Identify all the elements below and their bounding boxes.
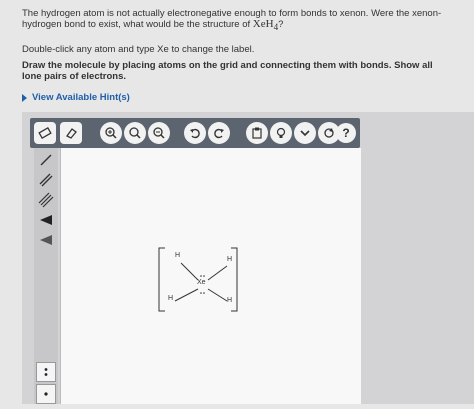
- clipboard-icon[interactable]: [246, 122, 268, 144]
- atom-h-bottomleft[interactable]: H: [168, 295, 173, 302]
- zoom-out-icon[interactable]: [148, 122, 170, 144]
- redo-icon[interactable]: [208, 122, 230, 144]
- eraser-alt-icon[interactable]: [60, 122, 82, 144]
- triple-bond-icon[interactable]: [36, 190, 56, 210]
- instruction-doubleclick: Double-click any atom and type Xe to cha…: [22, 44, 255, 55]
- help-icon[interactable]: ?: [336, 123, 356, 143]
- lone-pair-bottom-dot: [200, 292, 202, 294]
- atom-h-topleft[interactable]: H: [175, 252, 180, 259]
- expand-triangle-icon: [22, 93, 27, 102]
- molecule-drawing: [158, 247, 238, 312]
- atom-xe-center[interactable]: Xe: [197, 279, 206, 286]
- hint-label: View Available Hint(s): [32, 92, 130, 103]
- formula: XeH4: [252, 18, 278, 33]
- atom-h-bottomright[interactable]: H: [227, 297, 232, 304]
- bond-xe-h-topleft: [180, 262, 199, 281]
- lone-pair-icon[interactable]: [36, 362, 56, 382]
- eraser-icon[interactable]: [34, 122, 56, 144]
- undo-icon[interactable]: [184, 122, 206, 144]
- drawing-toolbar: ?: [30, 118, 360, 148]
- instruction-draw: Draw the molecule by placing atoms on th…: [22, 60, 433, 82]
- drawing-canvas[interactable]: H H Xe H H: [60, 148, 361, 404]
- wedge-bond-icon[interactable]: [36, 210, 56, 230]
- lone-pair-top-dot: [203, 275, 205, 277]
- lone-pair-top-dot: [200, 275, 202, 277]
- question-text-after: ?: [278, 19, 284, 30]
- zoom-reset-icon[interactable]: [124, 122, 146, 144]
- bond-xe-h-topright: [207, 265, 228, 281]
- bond-xe-h-bottomleft: [174, 288, 199, 302]
- formula-main: XeH: [252, 18, 274, 30]
- radical-icon[interactable]: [36, 384, 56, 404]
- view-hints-link[interactable]: View Available Hint(s): [22, 92, 130, 103]
- double-bond-icon[interactable]: [36, 170, 56, 190]
- zoom-in-icon[interactable]: [100, 122, 122, 144]
- left-bracket: [158, 247, 165, 312]
- atom-h-topright[interactable]: H: [227, 256, 232, 263]
- bond-xe-h-bottomright: [207, 288, 228, 302]
- question-text: The hydrogen atom is not actually electr…: [22, 8, 462, 33]
- hash-bond-icon[interactable]: [36, 230, 56, 250]
- question-text-before: The hydrogen atom is not actually electr…: [22, 8, 442, 30]
- lone-pair-bottom-dot: [203, 292, 205, 294]
- single-bond-icon[interactable]: [36, 150, 56, 170]
- chevron-down-icon[interactable]: [294, 122, 316, 144]
- lightbulb-icon[interactable]: [270, 122, 292, 144]
